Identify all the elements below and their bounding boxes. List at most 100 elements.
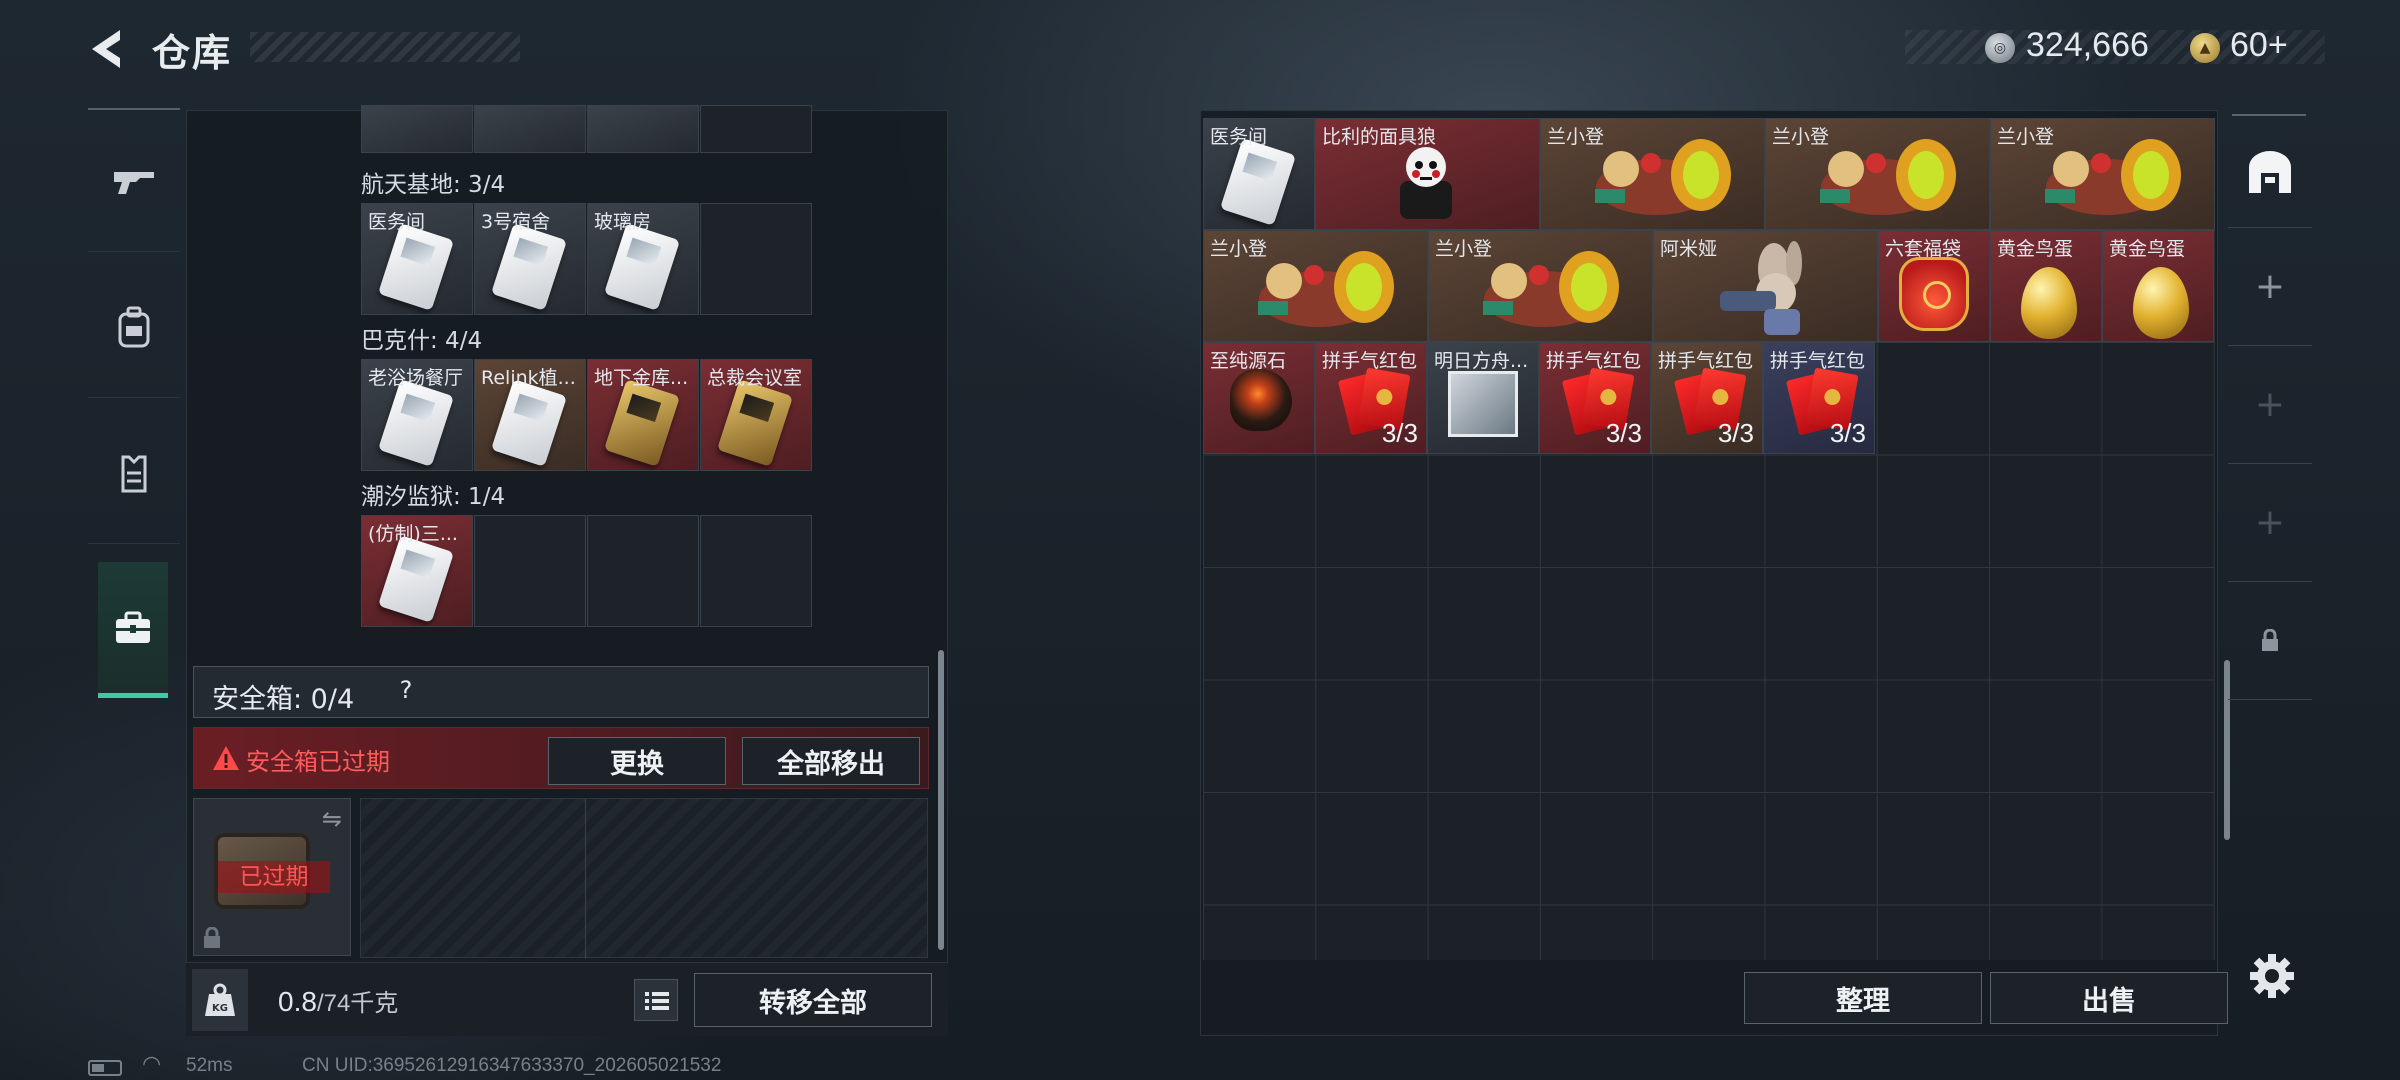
- transfer-all-button[interactable]: 转移全部: [694, 973, 932, 1027]
- left-sidebar: [88, 108, 180, 708]
- item-cell[interactable]: Relink植...: [474, 359, 586, 471]
- item-cell[interactable]: 拼手气红包 3/3: [1651, 342, 1763, 454]
- item-label: 总裁会议室: [707, 367, 803, 389]
- safebox-slot[interactable]: 已过期 ⇋: [193, 798, 351, 956]
- page-title: 仓库: [152, 31, 233, 75]
- item-label: 兰小登: [1435, 238, 1493, 260]
- item-cell[interactable]: 拼手气红包 3/3: [1539, 342, 1651, 454]
- empty-cell[interactable]: [700, 105, 812, 153]
- wifi-icon: ◠: [142, 1052, 162, 1077]
- add-slot-button[interactable]: +: [2228, 228, 2312, 346]
- gold-coin-icon: ▲: [2190, 33, 2220, 63]
- sell-button[interactable]: 出售: [1990, 972, 2228, 1024]
- item-label: 六套福袋: [1885, 238, 1962, 260]
- safebox-expired-bar: 安全箱已过期 更换 全部移出: [193, 727, 929, 789]
- vest-icon: [121, 455, 147, 492]
- stack-count: 3/3: [1605, 418, 1642, 448]
- item-cell[interactable]: 兰小登: [1540, 118, 1765, 230]
- gold-currency-amount[interactable]: 60+: [2230, 26, 2288, 65]
- swap-icon[interactable]: ⇋: [322, 805, 342, 833]
- item-label: (仿制)三...: [368, 523, 458, 545]
- gear-icon[interactable]: [2246, 950, 2298, 1002]
- sidebar-item-vest[interactable]: [88, 404, 180, 544]
- back-arrow-icon[interactable]: [86, 26, 132, 72]
- lock-icon: [204, 927, 220, 948]
- move-all-out-button[interactable]: 全部移出: [742, 737, 920, 785]
- add-slot-button[interactable]: +: [2228, 464, 2312, 582]
- lucky-bag-icon: [1899, 257, 1969, 331]
- item-cell[interactable]: 兰小登: [1765, 118, 1990, 230]
- backpack-icon: [118, 306, 150, 347]
- item-label: 兰小登: [1772, 126, 1830, 148]
- safebox-title: 安全箱: 0/4: [212, 684, 355, 715]
- item-cell[interactable]: 老浴场餐厅: [361, 359, 473, 471]
- sidebar-item-backpack[interactable]: [88, 258, 180, 398]
- item-cell[interactable]: 3号宿舍: [474, 203, 586, 315]
- safe-house-icon: [2249, 150, 2291, 193]
- stack-count: 3/3: [1717, 418, 1754, 448]
- item-cell[interactable]: 兰小登: [1428, 230, 1653, 342]
- item-cell[interactable]: 比利的面具狼: [1315, 118, 1540, 230]
- silver-currency-amount: 324,666: [2026, 26, 2149, 64]
- left-scrollbar[interactable]: [938, 650, 944, 950]
- item-cell[interactable]: 黄金鸟蛋: [2102, 230, 2214, 342]
- item-cell[interactable]: 六套福袋: [1878, 230, 1990, 342]
- add-slot-button[interactable]: +: [2228, 346, 2312, 464]
- title-decoration: [250, 32, 520, 62]
- section-title-aerospace: 航天基地: 3/4: [361, 172, 506, 198]
- item-cell[interactable]: [474, 105, 586, 153]
- gun-icon: [114, 171, 154, 194]
- locked-slot[interactable]: [2228, 582, 2312, 700]
- item-cell[interactable]: 地下金库...: [587, 359, 699, 471]
- item-label: 兰小登: [1547, 126, 1605, 148]
- svg-text:KG: KG: [212, 1003, 228, 1014]
- item-label: 老浴场餐厅: [368, 367, 464, 389]
- keycard-icon: [377, 223, 455, 311]
- section-title-prison: 潮汐监狱: 1/4: [361, 484, 506, 510]
- item-cell[interactable]: 黄金鸟蛋: [1990, 230, 2102, 342]
- help-button[interactable]: ?: [391, 676, 421, 706]
- kg-weight-icon: KG: [192, 969, 248, 1031]
- plus-icon: +: [2254, 266, 2286, 307]
- item-cell[interactable]: 医务间: [1203, 118, 1315, 230]
- replace-button[interactable]: 更换: [548, 737, 726, 785]
- item-cell[interactable]: 拼手气红包 3/3: [1763, 342, 1875, 454]
- warning-icon: [213, 746, 239, 770]
- item-cell[interactable]: 总裁会议室: [700, 359, 812, 471]
- stack-count: 3/3: [1381, 418, 1418, 448]
- empty-cell[interactable]: [700, 203, 812, 315]
- empty-cell[interactable]: [700, 515, 812, 627]
- keycard-icon: [377, 379, 455, 467]
- item-cell[interactable]: 玻璃房: [587, 203, 699, 315]
- item-cell[interactable]: [587, 105, 699, 153]
- keycard-icon: [603, 379, 681, 467]
- item-cell[interactable]: 阿米娅: [1653, 230, 1878, 342]
- keycard-icon: [603, 223, 681, 311]
- item-label: 兰小登: [1210, 238, 1268, 260]
- empty-cell[interactable]: [474, 515, 586, 627]
- safebox-storage-grid: [360, 798, 928, 959]
- item-label: 拼手气红包: [1546, 350, 1642, 372]
- empty-cell[interactable]: [587, 515, 699, 627]
- expired-message: 安全箱已过期: [246, 748, 390, 776]
- sidebar-item-warehouse[interactable]: [2228, 116, 2312, 228]
- item-label: 拼手气红包: [1322, 350, 1418, 372]
- item-label: 医务间: [368, 211, 426, 233]
- item-label: 阿米娅: [1660, 238, 1718, 260]
- sidebar-item-safebox[interactable]: [98, 562, 168, 698]
- user-uid: CN UID:3695261291634763337​0_20260502153…: [302, 1055, 722, 1076]
- item-cell[interactable]: 兰小登: [1990, 118, 2215, 230]
- item-label: 明日方舟...: [1434, 350, 1529, 372]
- item-cell[interactable]: 拼手气红包 3/3: [1315, 342, 1427, 454]
- item-cell[interactable]: 至纯源石: [1203, 342, 1315, 454]
- keycard-icon: [1219, 138, 1297, 226]
- item-label: 地下金库...: [594, 367, 689, 389]
- item-cell[interactable]: 医务间: [361, 203, 473, 315]
- item-cell[interactable]: [361, 105, 473, 153]
- item-cell[interactable]: 明日方舟...: [1427, 342, 1539, 454]
- sort-button[interactable]: 整理: [1744, 972, 1982, 1024]
- item-cell[interactable]: 兰小登: [1203, 230, 1428, 342]
- item-cell[interactable]: (仿制)三...: [361, 515, 473, 627]
- sidebar-item-weapons[interactable]: [88, 112, 180, 252]
- list-view-button[interactable]: [634, 979, 678, 1021]
